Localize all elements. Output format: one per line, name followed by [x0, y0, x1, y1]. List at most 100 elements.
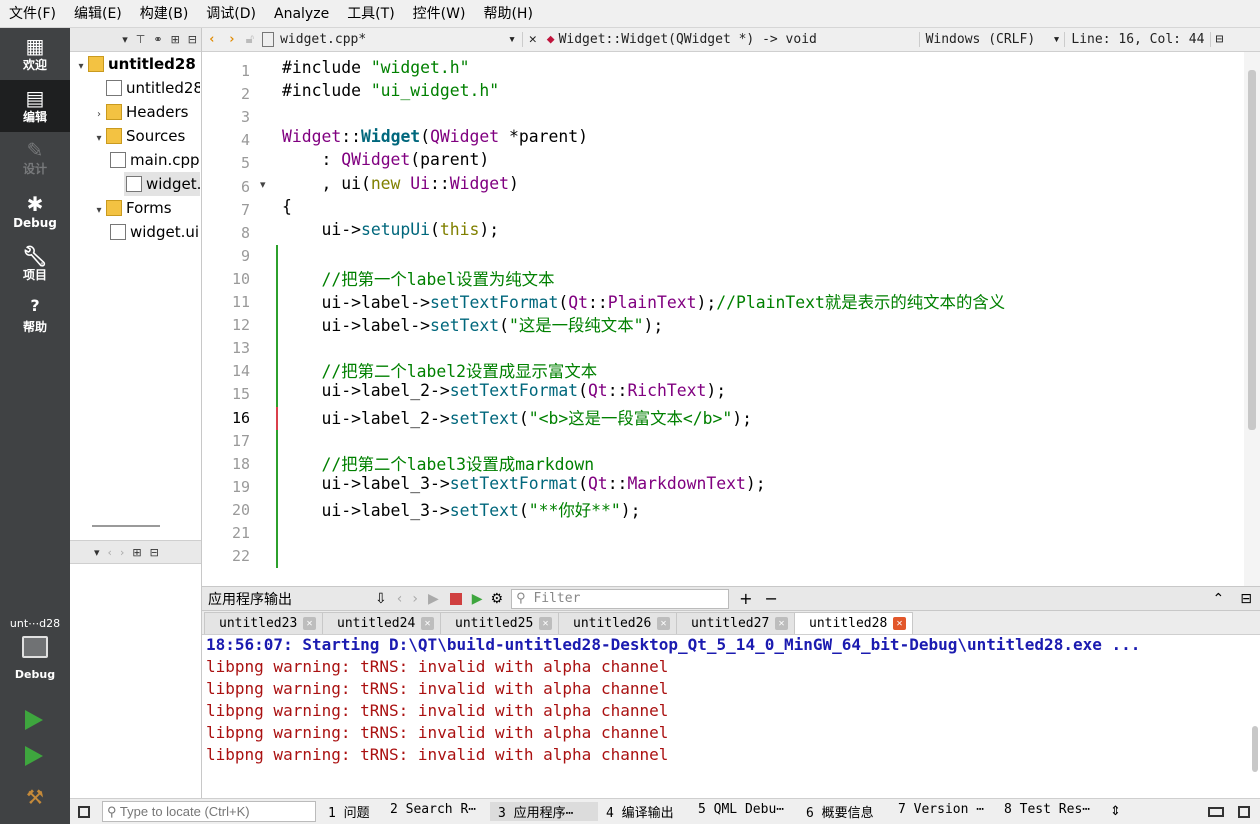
attach-icon[interactable]: ⇩: [370, 591, 392, 607]
close-tab-icon[interactable]: ✕: [775, 617, 788, 630]
filter-field[interactable]: ⚲ Filter: [511, 588, 730, 609]
output-pane-button[interactable]: 8 Test Res⋯: [996, 802, 1106, 821]
code-line[interactable]: : QWidget(parent): [282, 150, 489, 169]
code-line[interactable]: ui->label_3->setTextFormat(Qt::MarkdownT…: [282, 474, 765, 493]
document-selector[interactable]: widget.cpp*: [280, 32, 502, 47]
code-line[interactable]: ui->setupUi(this);: [282, 220, 499, 239]
close-pane-icon[interactable]: ⊟: [188, 33, 197, 46]
code-line[interactable]: ui->label->setTextFormat(Qt::PlainText);…: [282, 289, 1005, 313]
tree-item[interactable]: widget.ui: [70, 220, 200, 244]
output-tab[interactable]: untitled28 ✕: [794, 612, 913, 634]
fold-marker-icon[interactable]: ▾: [260, 178, 266, 191]
pane-splitter-handle[interactable]: [92, 525, 160, 527]
encoding-selector[interactable]: Windows (CRLF): [918, 32, 1049, 47]
close-tab-icon[interactable]: ✕: [303, 617, 316, 630]
menu-item[interactable]: Analyze: [265, 0, 338, 28]
code-area[interactable]: #include "widget.h" #include "ui_widget.h…: [282, 52, 1242, 586]
code-line[interactable]: //把第二个label2设置成显示富文本: [282, 358, 597, 382]
close-pane-icon[interactable]: ⊟: [150, 546, 159, 559]
rerun-icon[interactable]: ▶: [423, 591, 444, 607]
code-line[interactable]: //把第一个label设置为纯文本: [282, 266, 554, 290]
menu-item[interactable]: 帮助(H): [474, 0, 541, 28]
close-tab-icon[interactable]: ✕: [657, 617, 670, 630]
output-pane-button[interactable]: 4 编译输出: [598, 802, 690, 821]
output-pane-button[interactable]: 1 问题: [320, 802, 382, 821]
dropdown-icon[interactable]: ▾: [1049, 32, 1065, 47]
split-icon[interactable]: ⊞: [132, 546, 141, 559]
tree-item[interactable]: untitled28: [70, 76, 200, 100]
close-document-icon[interactable]: ✕: [521, 32, 543, 47]
output-pane-button[interactable]: 7 Version ⋯: [890, 802, 996, 821]
menu-item[interactable]: 调试(D): [197, 0, 265, 28]
expand-arrow-icon[interactable]: ▾: [92, 127, 106, 148]
debug-run-icon[interactable]: ▶: [468, 591, 487, 607]
menu-item[interactable]: 工具(T): [338, 0, 403, 28]
close-pane-icon[interactable]: ⊟: [1232, 591, 1260, 607]
dropdown-icon[interactable]: ▾: [122, 33, 128, 46]
tree-item[interactable]: ▾ untitled28: [70, 52, 200, 76]
filter-icon[interactable]: ⊤: [136, 33, 146, 46]
close-tab-icon[interactable]: ✕: [421, 617, 434, 630]
menu-item[interactable]: 编辑(E): [65, 0, 131, 28]
menu-item[interactable]: 文件(F): [0, 0, 65, 28]
next-icon[interactable]: ›: [407, 591, 423, 607]
maximize-icon[interactable]: ⌃: [1205, 591, 1233, 607]
output-pane-button[interactable]: 5 QML Debu⋯: [690, 802, 798, 821]
mode-Debug[interactable]: ✱ Debug: [0, 186, 70, 238]
forward-icon[interactable]: ›: [120, 546, 124, 559]
output-tab[interactable]: untitled26 ✕: [558, 612, 677, 634]
locator-input[interactable]: ⚲ Type to locate (Ctrl+K): [102, 801, 316, 822]
output-scrollbar-thumb[interactable]: [1252, 726, 1258, 772]
menu-item[interactable]: 控件(W): [404, 0, 475, 28]
tree-item[interactable]: ▾ Forms: [70, 196, 200, 220]
split-icon[interactable]: ⊞: [171, 33, 180, 46]
code-line[interactable]: , ui(new Ui::Widget): [282, 174, 518, 193]
dropdown-icon[interactable]: ▾: [94, 546, 100, 559]
code-line[interactable]: #include "ui_widget.h": [282, 81, 499, 100]
prev-icon[interactable]: ‹: [392, 591, 408, 607]
output-text[interactable]: 18:56:07: Starting D:\QT\build-untitled2…: [202, 635, 1260, 799]
output-tab[interactable]: untitled25 ✕: [440, 612, 559, 634]
link-icon[interactable]: ⚭: [153, 33, 162, 46]
code-line[interactable]: Widget::Widget(QWidget *parent): [282, 127, 588, 146]
output-tab[interactable]: untitled27 ✕: [676, 612, 795, 634]
debug-run-button[interactable]: [25, 746, 43, 766]
dropdown-icon[interactable]: ▾: [502, 32, 522, 47]
zoom-in-icon[interactable]: +: [729, 589, 758, 608]
toggle-sidebar-icon[interactable]: [78, 805, 90, 818]
output-tab[interactable]: untitled23 ✕: [204, 612, 323, 634]
mode-帮助[interactable]: ? 帮助: [0, 290, 70, 342]
output-pane-button[interactable]: 6 概要信息: [798, 802, 890, 821]
zoom-out-icon[interactable]: −: [758, 589, 783, 608]
stop-icon[interactable]: [449, 592, 462, 605]
mode-设计[interactable]: ✎ 设计: [0, 132, 70, 184]
forward-arrow-icon[interactable]: ›: [222, 32, 242, 47]
output-pane-button[interactable]: 3 应用程序⋯: [490, 802, 598, 821]
code-line[interactable]: {: [282, 197, 292, 216]
menu-item[interactable]: 构建(B): [131, 0, 198, 28]
output-tab[interactable]: untitled24 ✕: [322, 612, 441, 634]
close-tab-icon[interactable]: ✕: [539, 617, 552, 630]
mode-编辑[interactable]: ▤ 编辑: [0, 80, 70, 132]
tree-item[interactable]: widget.cpp: [124, 172, 200, 196]
progress-toggle-icon[interactable]: [1208, 806, 1224, 817]
symbol-selector[interactable]: Widget::Widget(QWidget *) -> void: [559, 32, 919, 47]
expand-arrow-icon[interactable]: ▾: [74, 55, 88, 76]
run-button[interactable]: [25, 710, 43, 730]
scrollbar-thumb[interactable]: [1248, 70, 1256, 430]
code-line[interactable]: //把第二个label3设置成markdown: [282, 451, 594, 475]
tree-item[interactable]: main.cpp: [70, 148, 200, 172]
output-pane-button[interactable]: 2 Search R⋯: [382, 802, 490, 821]
code-line[interactable]: ui->label->setText("这是一段纯文本");: [282, 312, 663, 336]
expand-arrow-icon[interactable]: ›: [92, 103, 106, 124]
close-tab-icon[interactable]: ✕: [893, 617, 906, 630]
updown-icon[interactable]: ⇕: [1106, 804, 1125, 819]
code-line[interactable]: ui->label_3->setText("**你好**");: [282, 497, 640, 521]
toggle-output-icon[interactable]: [1238, 805, 1250, 818]
kit-selector[interactable]: unt⋯d28 Debug: [0, 612, 70, 692]
mode-项目[interactable]: 🔧︎ 项目: [0, 238, 70, 290]
split-editor-icon[interactable]: ⊟: [1210, 32, 1227, 47]
tree-item[interactable]: › Headers: [70, 100, 200, 124]
vertical-scrollbar[interactable]: [1244, 52, 1260, 586]
code-line[interactable]: ui->label_2->setText("<b>这是一段富文本</b>");: [282, 405, 752, 429]
